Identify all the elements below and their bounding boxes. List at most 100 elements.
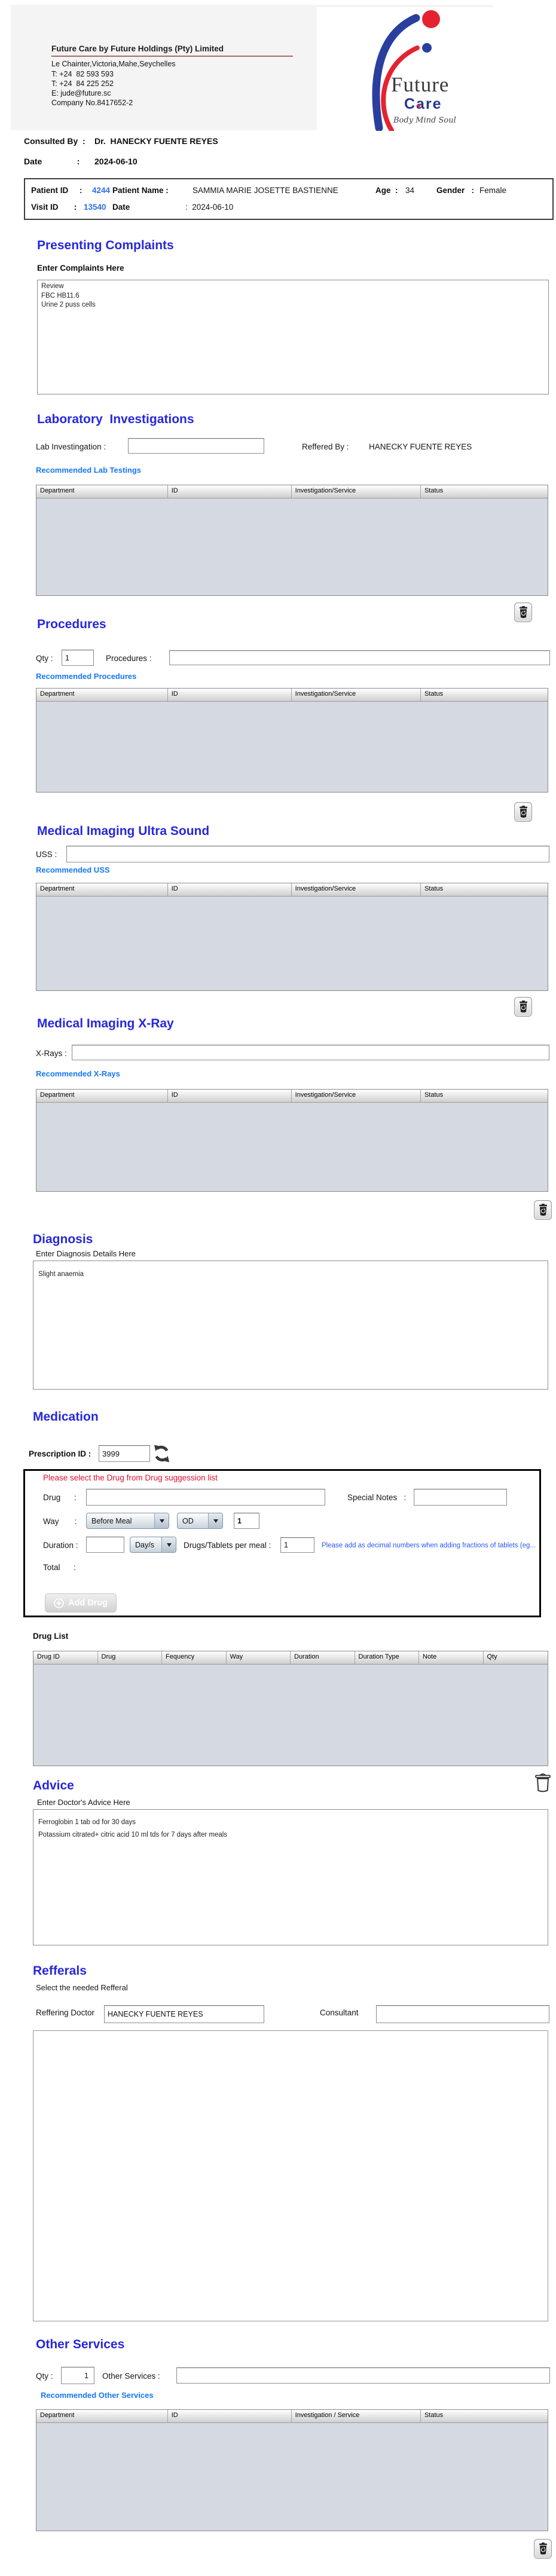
other-services-list[interactable]: [36, 2422, 548, 2531]
other-col-status: Status: [420, 2410, 548, 2422]
lab-testings-list[interactable]: [36, 498, 548, 595]
other-col-id: ID: [167, 2410, 292, 2422]
recommended-other-services-link[interactable]: Recommended Other Services: [41, 2391, 154, 2400]
xray-label: X-Rays :: [36, 1049, 67, 1058]
uss-table: Department ID Investigation/Service Stat…: [36, 883, 548, 991]
recommended-procedures-link[interactable]: Recommended Procedures: [36, 672, 136, 681]
refresh-prescription-button[interactable]: [153, 1445, 170, 1463]
drug-warning-text: Please select the Drug from Drug suggess…: [43, 1473, 218, 1482]
logo-tagline: Body Mind Soul: [393, 116, 456, 125]
plus-circle-icon: [54, 1598, 64, 1608]
advice-heading: Advice: [33, 1779, 74, 1792]
referring-doctor-input[interactable]: [104, 2005, 264, 2023]
visit-date-label: Date: [112, 203, 130, 212]
drug-col-note: Note: [419, 1651, 484, 1664]
proc-col-id: ID: [167, 689, 292, 701]
logo-word-care: Care: [404, 96, 442, 112]
clear-uss-button[interactable]: [514, 997, 532, 1017]
presenting-complaints-heading: Presenting Complaints: [37, 238, 174, 252]
procedures-heading: Procedures: [37, 617, 106, 631]
procedures-input[interactable]: [169, 650, 550, 665]
procedures-qty-input[interactable]: [62, 650, 94, 666]
advice-label: Enter Doctor's Advice Here: [37, 1798, 130, 1807]
visit-date-value: : 2024-06-10: [185, 203, 234, 212]
way-frequency-dropdown[interactable]: OD: [177, 1513, 223, 1529]
drug-label: Drug :: [43, 1493, 77, 1502]
way-meal-dropdown[interactable]: Before Meal: [86, 1513, 169, 1529]
clear-procedures-button[interactable]: [514, 802, 532, 822]
diagnosis-textarea[interactable]: Slight anaemia: [33, 1261, 548, 1390]
consulted-by-value: Dr. HANECKY FUENTE REYES: [94, 136, 218, 146]
per-meal-input[interactable]: [280, 1537, 314, 1553]
uss-col-investigation: Investigation/Service: [291, 883, 421, 896]
recommended-xray-link[interactable]: Recommended X-Rays: [36, 1069, 120, 1078]
clear-advice-button[interactable]: [534, 1773, 552, 1792]
patient-gender-label: Gender :: [436, 186, 475, 195]
company-email: E: jude@future.sc: [51, 89, 111, 97]
uss-col-status: Status: [420, 883, 548, 896]
add-drug-button[interactable]: Add Drug: [45, 1593, 117, 1613]
uss-col-id: ID: [167, 883, 292, 896]
prescription-id-input[interactable]: [99, 1445, 150, 1462]
recommended-uss-link[interactable]: Recommended USS: [36, 865, 110, 874]
special-notes-label: Special Notes :: [347, 1493, 407, 1502]
special-notes-input[interactable]: [414, 1489, 507, 1506]
other-qty-input[interactable]: [61, 2367, 94, 2384]
uss-input[interactable]: [66, 846, 549, 862]
procedures-label: Procedures :: [106, 654, 152, 663]
xray-list[interactable]: [36, 1102, 548, 1191]
total-label: Total :: [43, 1563, 76, 1572]
lab-investigation-input[interactable]: [128, 438, 264, 454]
drug-col-duration-type: Duration Type: [355, 1651, 419, 1664]
drug-col-way: Way: [226, 1651, 291, 1664]
trash-recycle-icon: [519, 806, 527, 818]
referred-by-label: Reffered By :: [302, 442, 349, 451]
advice-textarea[interactable]: Ferroglobin 1 tab od for 30 days Potassi…: [33, 1809, 548, 1945]
other-services-input[interactable]: [176, 2367, 550, 2384]
drug-col-duration: Duration: [291, 1651, 355, 1664]
medication-heading: Medication: [33, 1410, 99, 1424]
procedures-list[interactable]: [36, 701, 548, 792]
consultation-form-page: { "letterhead": { "company": "Future Car…: [0, 0, 556, 2576]
chevron-down-icon: [208, 1513, 222, 1528]
referring-doctor-label: Reffering Doctor: [36, 2008, 95, 2017]
refresh-icon: [154, 1445, 170, 1463]
patient-name-value: SAMMIA MARIE JOSETTE BASTIENNE: [193, 186, 338, 195]
referral-select-label: Select the needed Refferal: [36, 1983, 128, 1992]
duration-unit-dropdown[interactable]: Day/s: [130, 1537, 176, 1553]
other-col-investigation: Investigation / Service: [291, 2410, 421, 2422]
clear-xray-button[interactable]: [534, 1200, 552, 1220]
drug-list-table: Drug ID Drug Fequency Way Duration Durat…: [33, 1651, 548, 1766]
consultant-input[interactable]: [376, 2005, 549, 2023]
logo-heart-icon: ♥: [417, 102, 421, 110]
way-qty-input[interactable]: [234, 1513, 259, 1529]
uss-heading: Medical Imaging Ultra Sound: [37, 824, 210, 838]
company-number: Company No.8417652-2: [51, 99, 133, 107]
visit-id-label: Visit ID :: [31, 203, 77, 212]
consulted-by-label: Consulted By :: [24, 136, 85, 146]
patient-name-label: Patient Name :: [112, 186, 169, 195]
clear-other-services-button[interactable]: [534, 2539, 552, 2559]
recommended-lab-testings-link[interactable]: Recommended Lab Testings: [36, 466, 141, 475]
future-care-logo: Future Care ♥ Body Mind Soul: [359, 8, 478, 131]
duration-input[interactable]: [86, 1537, 124, 1553]
uss-list[interactable]: [36, 896, 548, 990]
patient-age-value: 34: [405, 186, 415, 195]
patient-info-box: Patient ID : 4244 Patient Name : SAMMIA …: [24, 178, 554, 220]
complaints-textarea[interactable]: Review FBC HB11.6 Urine 2 puss cells: [37, 280, 549, 394]
xray-col-department: Department: [36, 1090, 168, 1102]
trash-recycle-icon: [519, 606, 527, 618]
visit-id-value: 13540: [84, 203, 106, 212]
clear-lab-button[interactable]: [514, 602, 532, 622]
xray-col-id: ID: [167, 1090, 292, 1102]
lab-col-id: ID: [167, 485, 292, 498]
drug-input[interactable]: [86, 1489, 325, 1506]
drug-col-frequency: Fequency: [162, 1651, 227, 1664]
xray-heading: Medical Imaging X-Ray: [37, 1017, 174, 1030]
lab-investigation-label: Lab Investingation :: [36, 442, 106, 451]
drug-list[interactable]: [33, 1664, 548, 1766]
xray-input[interactable]: [72, 1045, 549, 1060]
other-qty-label: Qty :: [36, 2372, 53, 2381]
referral-list[interactable]: [33, 2030, 548, 2321]
patient-id-value: 4244: [92, 186, 111, 195]
